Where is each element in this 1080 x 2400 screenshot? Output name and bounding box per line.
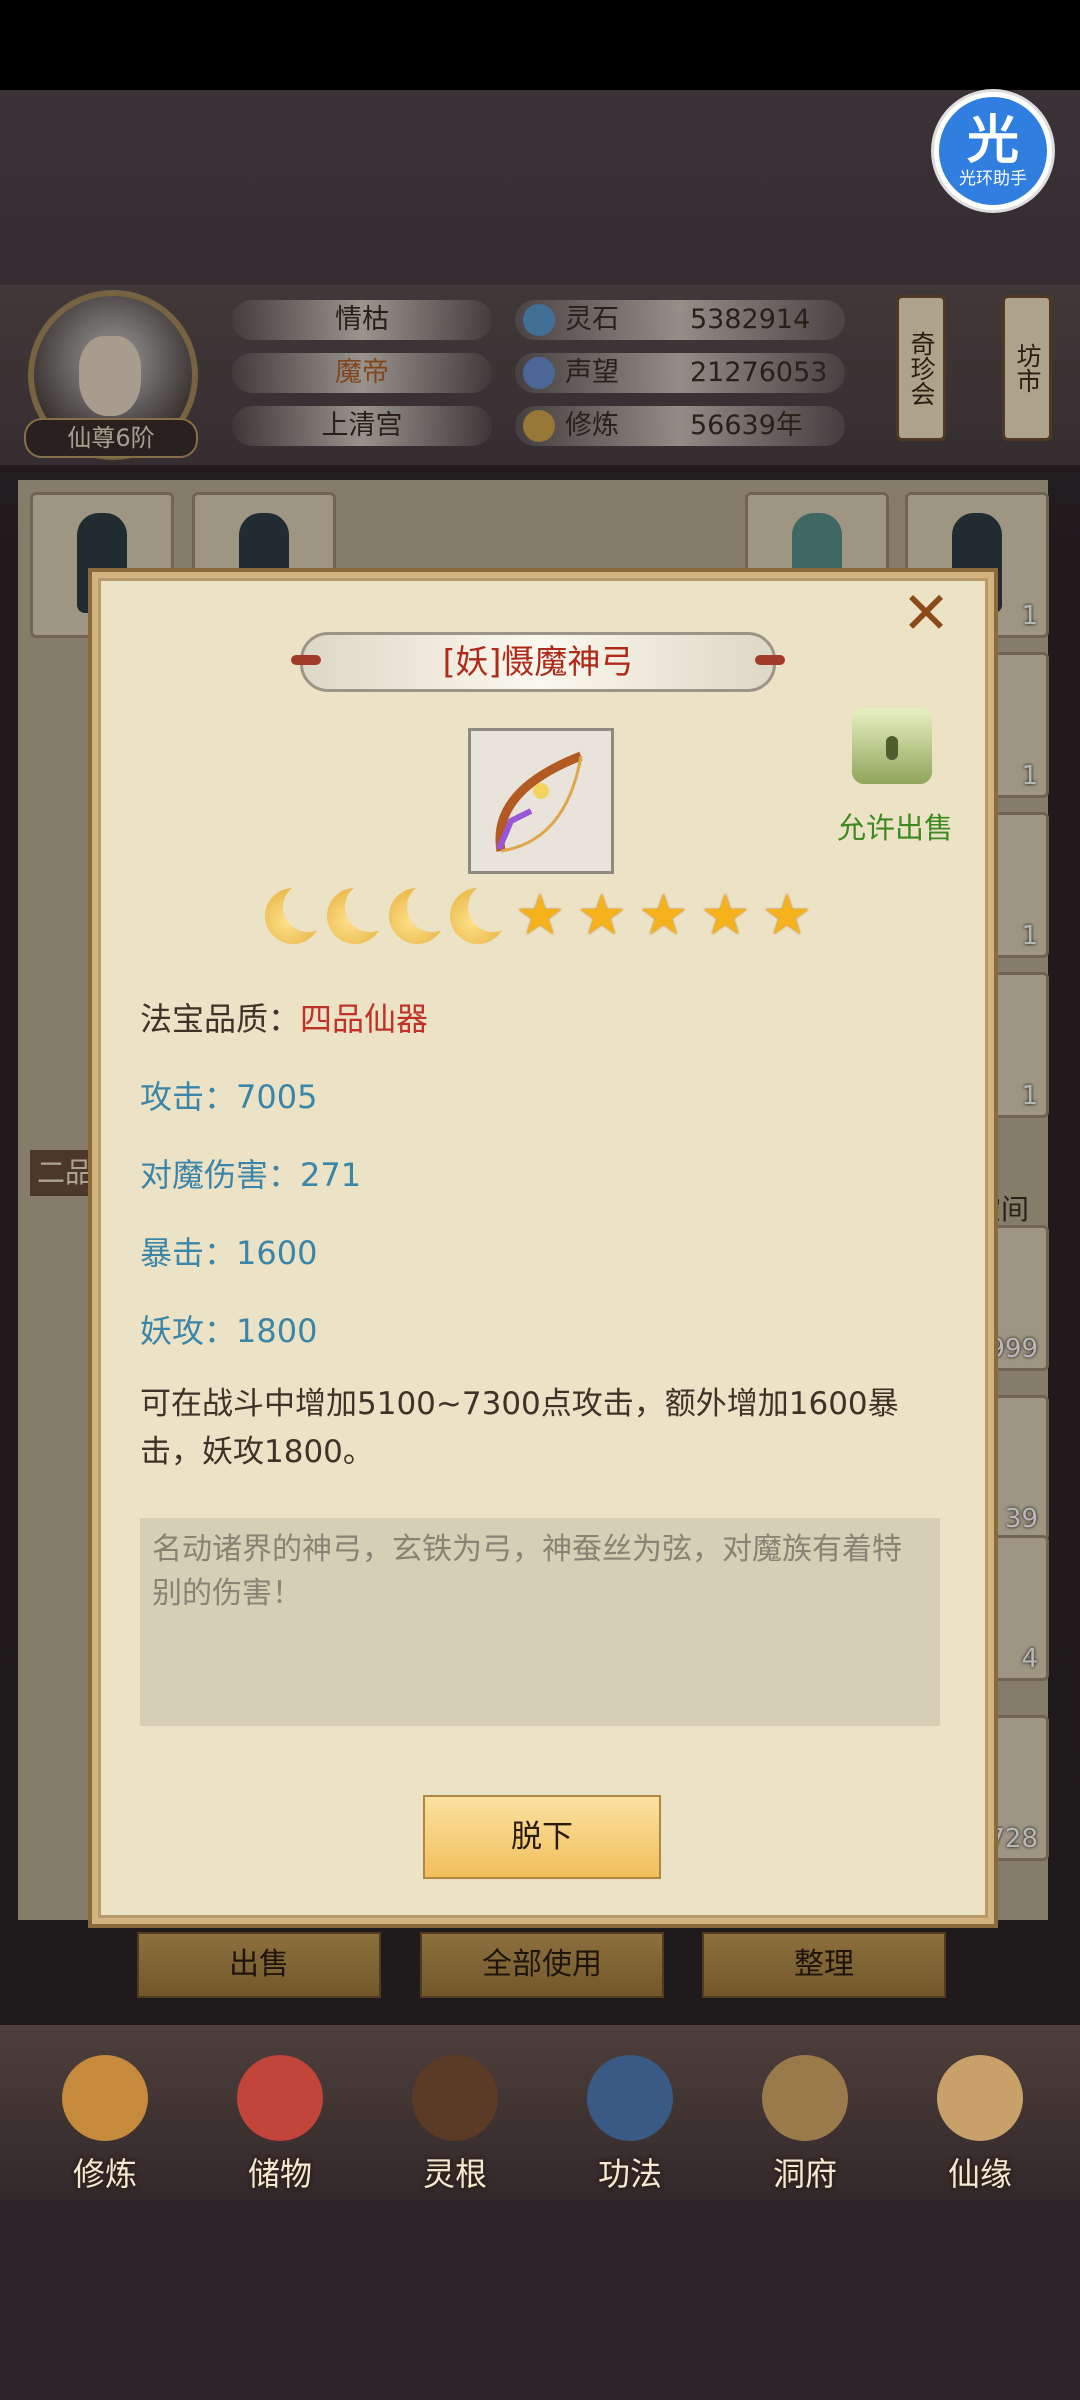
nav-label: 仙缘 — [947, 2155, 1012, 2193]
item-flavor-box: 名动诸界的神弓，玄铁为弓，神蚕丝为弦，对魔族有着特别的伤害！ — [140, 1518, 940, 1726]
stat-crit: 暴击：1600 — [140, 1234, 318, 1272]
sale-status: 允许出售 — [836, 811, 953, 845]
star-icon: ★ — [514, 883, 566, 948]
item-flavor-text: 名动诸界的神弓，玄铁为弓，神蚕丝为弦，对魔族有着特别的伤害！ — [152, 1532, 902, 1611]
star-icon: ★ — [761, 883, 813, 948]
nav-spirit-root[interactable]: 灵根 — [390, 2045, 520, 2195]
nav-label: 灵根 — [422, 2155, 487, 2193]
nav-fate[interactable]: 仙缘 — [915, 2045, 1045, 2195]
nav-label: 修炼 — [72, 2155, 137, 2193]
nav-cave[interactable]: 洞府 — [740, 2045, 870, 2195]
cultivate-icon — [62, 2055, 148, 2141]
moon-icon — [388, 882, 457, 944]
star-icon: ★ — [700, 883, 751, 948]
item-star-rating: ★ ★ ★ ★ ★ — [265, 882, 815, 948]
quality-value: 四品仙器 — [300, 1000, 429, 1038]
halo-label: 光环助手 — [959, 169, 1027, 189]
item-effect: 可在战斗中增加5100~7300点攻击，额外增加1600暴击，妖攻1800。 — [140, 1386, 899, 1470]
stat-demon-attack: 妖攻：1800 — [140, 1312, 318, 1350]
stat-demon-damage: 对魔伤害：271 — [140, 1156, 362, 1194]
nav-label: 功法 — [597, 2155, 662, 2193]
star-icon: ★ — [576, 883, 627, 948]
status-bar — [0, 0, 1080, 90]
spirit-root-icon — [412, 2055, 498, 2141]
item-quality: 法宝品质：四品仙器 — [140, 994, 428, 1040]
moon-icon — [450, 882, 519, 944]
nav-label: 储物 — [247, 2155, 312, 2193]
nav-cultivate[interactable]: 修炼 — [40, 2045, 170, 2195]
nav-storage[interactable]: 储物 — [215, 2045, 345, 2195]
star-icon: ★ — [638, 883, 689, 948]
halo-logo-text: 光 — [966, 111, 1019, 171]
moon-icon — [326, 882, 395, 944]
unequip-button[interactable]: 脱下 — [423, 1795, 661, 1879]
item-title-bar: [妖]慑魔神弓 — [291, 632, 785, 692]
storage-bag-icon — [237, 2055, 323, 2141]
quality-label: 法宝品质： — [140, 1000, 301, 1038]
nav-label: 洞府 — [772, 2155, 837, 2193]
technique-book-icon — [587, 2055, 673, 2141]
immortal-fate-icon — [937, 2055, 1023, 2141]
bow-icon — [495, 751, 583, 853]
item-name: [妖]慑魔神弓 — [442, 642, 634, 681]
nav-technique[interactable]: 功法 — [565, 2045, 695, 2195]
close-icon[interactable]: ✕ — [896, 583, 956, 643]
item-icon-box — [468, 728, 614, 874]
cave-dwelling-icon — [762, 2055, 848, 2141]
moon-icon — [265, 882, 333, 944]
sale-lock-icon[interactable] — [852, 708, 932, 784]
stat-attack: 攻击：7005 — [140, 1078, 318, 1116]
halo-assistant-button[interactable]: 光 光环助手 — [934, 92, 1052, 210]
